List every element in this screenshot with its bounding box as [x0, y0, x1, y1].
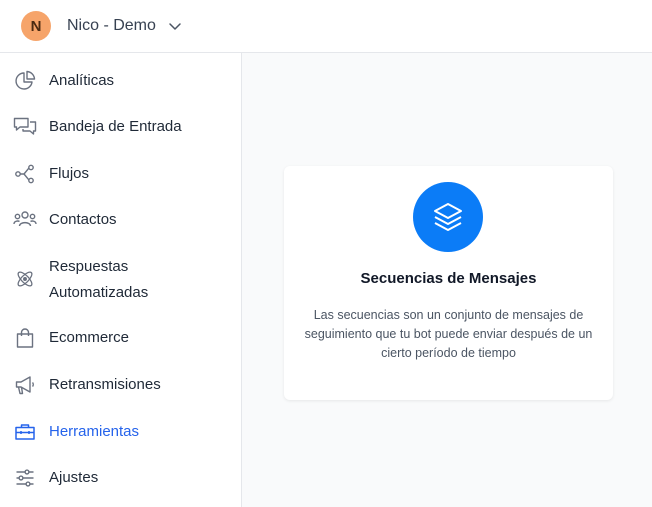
sidebar-item-analiticas[interactable]: Analíticas: [0, 68, 241, 94]
sidebar-item-label: Bandeja de Entrada: [49, 118, 182, 135]
card-description: Las secuencias son un conjunto de mensaj…: [304, 308, 593, 360]
sidebar-item-label: Ajustes: [49, 469, 99, 486]
sidebar-item-label: Retransmisiones: [49, 376, 161, 393]
sidebar: Analíticas Bandeja de Entrada Flujos Con…: [0, 53, 242, 507]
toolbox-icon: [13, 421, 37, 443]
chat-bubbles-icon: [13, 116, 37, 138]
sidebar-item-ecommerce[interactable]: Ecommerce: [0, 325, 241, 351]
sidebar-item-respuestas[interactable]: Respuestas Automatizadas: [0, 254, 241, 306]
main-content: Secuencias de Mensajes Las secuencias so…: [242, 53, 652, 507]
atom-icon: [13, 268, 37, 290]
sidebar-item-bandeja[interactable]: Bandeja de Entrada: [0, 114, 241, 140]
sidebar-item-contactos[interactable]: Contactos: [0, 207, 241, 233]
workspace-switcher[interactable]: N Nico - Demo: [21, 11, 182, 41]
sidebar-item-label: Flujos: [49, 165, 90, 182]
sidebar-item-label: Respuestas: [49, 258, 129, 275]
sequences-card[interactable]: Secuencias de Mensajes Las secuencias so…: [284, 166, 613, 400]
avatar: N: [21, 11, 51, 41]
sidebar-item-label: Herramientas: [49, 423, 140, 440]
card-title: Secuencias de Mensajes: [360, 270, 537, 287]
shopping-bag-icon: [13, 327, 37, 349]
sidebar-item-label: Analíticas: [49, 72, 115, 89]
sidebar-item-label: Contactos: [49, 211, 117, 228]
sidebar-item-herramientas[interactable]: Herramientas: [0, 419, 241, 445]
top-bar: N Nico - Demo: [0, 0, 652, 53]
megaphone-icon: [13, 374, 37, 396]
users-icon: [13, 209, 37, 231]
sidebar-item-ajustes[interactable]: Ajustes: [0, 465, 241, 491]
sidebar-item-label-line2: Automatizadas: [49, 284, 149, 301]
sidebar-item-retransmisiones[interactable]: Retransmisiones: [0, 372, 241, 398]
flow-nodes-icon: [13, 163, 37, 185]
pie-chart-icon: [13, 70, 37, 92]
sidebar-item-label: Ecommerce: [49, 329, 130, 346]
layers-icon: [413, 182, 483, 252]
workspace-name: Nico - Demo: [67, 17, 156, 34]
chevron-down-icon: [168, 19, 182, 33]
sliders-icon: [13, 467, 37, 489]
sidebar-item-flujos[interactable]: Flujos: [0, 161, 241, 187]
